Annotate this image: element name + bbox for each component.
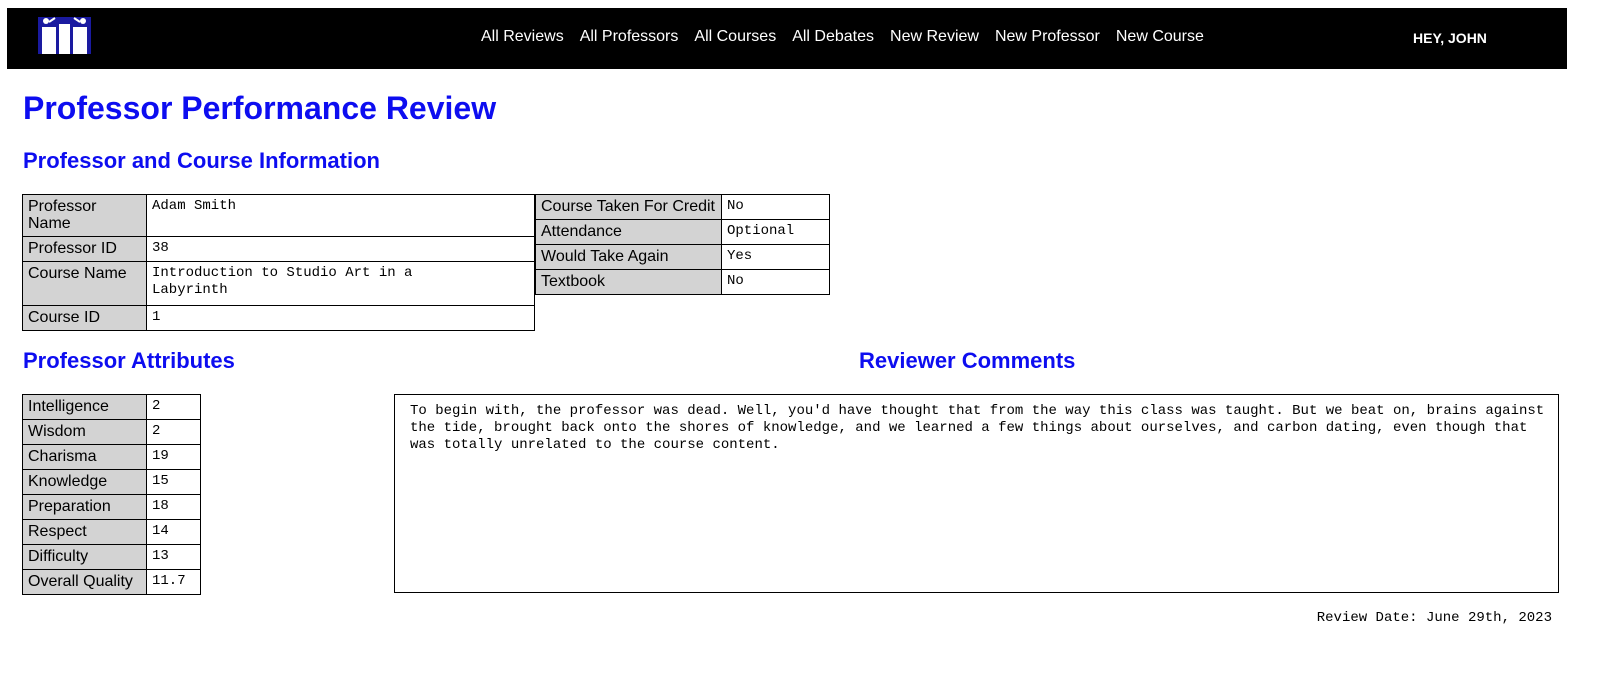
row-label: Wisdom	[22, 419, 147, 445]
table-row: Charisma 19	[22, 444, 201, 470]
comments-heading: Reviewer Comments	[859, 348, 1076, 373]
attributes-heading: Professor Attributes	[23, 348, 235, 373]
table-row: Intelligence 2	[22, 394, 201, 420]
attendance-value: Optional	[721, 219, 830, 245]
course-info-table-left: Professor Name Adam Smith Professor ID 3…	[22, 194, 535, 331]
course-id-value: 1	[146, 305, 535, 331]
nav-all-debates[interactable]: All Debates	[792, 28, 874, 46]
course-name-value: Introduction to Studio Art in a Labyrint…	[146, 261, 535, 306]
nav-new-course[interactable]: New Course	[1116, 28, 1204, 46]
professor-id-value: 38	[146, 236, 535, 262]
table-row: Respect 14	[22, 519, 201, 545]
row-value: 18	[146, 494, 201, 520]
table-row: Course ID 1	[22, 305, 535, 331]
textbook-value: No	[721, 269, 830, 295]
course-info-heading: Professor and Course Information	[23, 148, 380, 173]
table-row: Wisdom 2	[22, 419, 201, 445]
row-label: Intelligence	[22, 394, 147, 420]
professor-name-value: Adam Smith	[146, 194, 535, 237]
taken-for-credit-value: No	[721, 194, 830, 220]
would-take-again-value: Yes	[721, 244, 830, 270]
row-label: Preparation	[22, 494, 147, 520]
table-row: Course Name Introduction to Studio Art i…	[22, 261, 535, 306]
table-row: Professor Name Adam Smith	[22, 194, 535, 237]
row-value: 13	[146, 544, 201, 570]
table-row: Preparation 18	[22, 494, 201, 520]
debate-podium-logo-icon[interactable]	[38, 17, 91, 54]
row-label: Overall Quality	[22, 569, 147, 595]
user-greeting[interactable]: HEY, JOHN	[1413, 30, 1487, 46]
row-value: 11.7	[146, 569, 201, 595]
table-row: Attendance Optional	[535, 219, 830, 245]
row-value: 2	[146, 394, 201, 420]
review-date: Review Date: June 29th, 2023	[1316, 610, 1552, 626]
nav-new-professor[interactable]: New Professor	[995, 28, 1100, 46]
row-label: Knowledge	[22, 469, 147, 495]
table-row: Difficulty 13	[22, 544, 201, 570]
table-row: Knowledge 15	[22, 469, 201, 495]
table-row: Would Take Again Yes	[535, 244, 830, 270]
row-label: Respect	[22, 519, 147, 545]
row-label: Difficulty	[22, 544, 147, 570]
top-navbar: All Reviews All Professors All Courses A…	[7, 8, 1567, 69]
row-label: Course ID	[22, 305, 147, 331]
row-value: 14	[146, 519, 201, 545]
row-value: 15	[146, 469, 201, 495]
row-label: Textbook	[535, 269, 722, 295]
nav-all-professors[interactable]: All Professors	[580, 28, 679, 46]
attributes-table: Intelligence 2 Wisdom 2 Charisma 19 Know…	[22, 394, 201, 595]
row-label: Professor ID	[22, 236, 147, 262]
row-label: Professor Name	[22, 194, 147, 237]
nav-new-review[interactable]: New Review	[890, 28, 979, 46]
nav-links: All Reviews All Professors All Courses A…	[481, 28, 1220, 46]
row-label: Would Take Again	[535, 244, 722, 270]
table-row: Textbook No	[535, 269, 830, 295]
page-title: Professor Performance Review	[23, 90, 497, 126]
row-label: Charisma	[22, 444, 147, 470]
row-label: Attendance	[535, 219, 722, 245]
course-info-table-right: Course Taken For Credit No Attendance Op…	[535, 194, 830, 295]
row-value: 19	[146, 444, 201, 470]
nav-all-courses[interactable]: All Courses	[694, 28, 776, 46]
table-row: Course Taken For Credit No	[535, 194, 830, 220]
nav-all-reviews[interactable]: All Reviews	[481, 28, 564, 46]
row-value: 2	[146, 419, 201, 445]
reviewer-comments-text: To begin with, the professor was dead. W…	[394, 394, 1559, 593]
row-label: Course Taken For Credit	[535, 194, 722, 220]
row-label: Course Name	[22, 261, 147, 306]
table-row: Professor ID 38	[22, 236, 535, 262]
table-row: Overall Quality 11.7	[22, 569, 201, 595]
